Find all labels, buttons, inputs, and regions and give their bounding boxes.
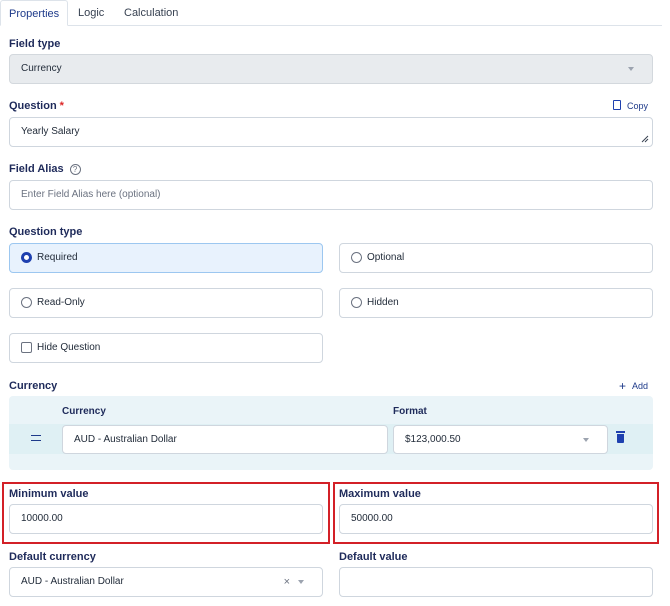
hide-question-checkbox[interactable]: Hide Question [9, 333, 323, 363]
option-read-only[interactable]: Read-Only [9, 288, 323, 318]
checkbox-icon [21, 342, 32, 353]
question-value: Yearly Salary [21, 126, 80, 137]
option-required-label: Required [37, 252, 78, 263]
minimum-value-input[interactable]: 10000.00 [9, 504, 323, 534]
tab-bar: Properties Logic Calculation [0, 0, 662, 26]
radio-icon [21, 297, 32, 308]
add-currency-button[interactable]: + Add [619, 379, 648, 393]
currency-table: Currency Format AUD - Australian Dollar … [9, 396, 653, 470]
option-optional[interactable]: Optional [339, 243, 653, 273]
currency-section-label: Currency [9, 380, 58, 392]
minimum-value: 10000.00 [21, 513, 63, 524]
copy-button[interactable]: Copy [612, 100, 648, 111]
radio-icon [351, 252, 362, 263]
currency-select[interactable]: AUD - Australian Dollar [62, 425, 388, 454]
field-alias-placeholder: Enter Field Alias here (optional) [21, 189, 161, 200]
option-required[interactable]: Required [9, 243, 323, 273]
required-mark: * [59, 100, 64, 112]
option-hidden[interactable]: Hidden [339, 288, 653, 318]
question-type-label: Question type [9, 226, 83, 238]
column-header-currency: Currency [62, 406, 106, 417]
format-select[interactable]: $123,000.50 [393, 425, 608, 454]
tab-logic[interactable]: Logic [78, 0, 104, 26]
field-type-label: Field type [9, 38, 61, 50]
plus-icon: + [618, 379, 626, 393]
chevron-down-icon [298, 580, 304, 584]
add-label: Add [631, 381, 648, 391]
trash-icon[interactable] [616, 431, 625, 443]
chevron-down-icon [583, 438, 589, 442]
copy-label: Copy [626, 101, 648, 111]
field-alias-input[interactable]: Enter Field Alias here (optional) [9, 180, 653, 210]
default-currency-select[interactable]: AUD - Australian Dollar × [9, 567, 323, 597]
default-currency-label: Default currency [9, 551, 96, 563]
clear-icon[interactable]: × [284, 568, 290, 596]
radio-selected-icon [21, 252, 32, 263]
chevron-down-icon [628, 67, 634, 71]
currency-value: AUD - Australian Dollar [74, 434, 177, 445]
maximum-value-input[interactable]: 50000.00 [339, 504, 653, 534]
resize-handle-icon[interactable] [641, 135, 649, 143]
tab-properties[interactable]: Properties [0, 0, 69, 26]
option-hidden-label: Hidden [367, 297, 399, 308]
radio-icon [351, 297, 362, 308]
tab-calculation[interactable]: Calculation [124, 0, 178, 26]
question-label: Question * [9, 100, 64, 112]
drag-handle-icon[interactable] [31, 435, 41, 441]
field-alias-label: Field Alias? [9, 163, 81, 175]
maximum-value: 50000.00 [351, 513, 393, 524]
field-type-select[interactable]: Currency [9, 54, 653, 84]
format-value: $123,000.50 [405, 434, 461, 445]
question-label-text: Question [9, 100, 57, 112]
table-row: AUD - Australian Dollar $123,000.50 [9, 424, 653, 454]
copy-icon [612, 100, 621, 110]
column-header-format: Format [393, 406, 427, 417]
field-alias-label-text: Field Alias [9, 163, 64, 175]
option-optional-label: Optional [367, 252, 405, 263]
question-textarea[interactable]: Yearly Salary [9, 117, 653, 147]
hide-question-label: Hide Question [37, 342, 101, 353]
default-currency-value: AUD - Australian Dollar [21, 576, 124, 587]
field-type-value: Currency [21, 63, 62, 74]
option-read-only-label: Read-Only [37, 297, 85, 308]
help-icon[interactable]: ? [69, 163, 81, 175]
maximum-value-label: Maximum value [339, 488, 421, 500]
default-value-label: Default value [339, 551, 408, 563]
minimum-value-label: Minimum value [9, 488, 89, 500]
default-value-input[interactable] [339, 567, 653, 597]
